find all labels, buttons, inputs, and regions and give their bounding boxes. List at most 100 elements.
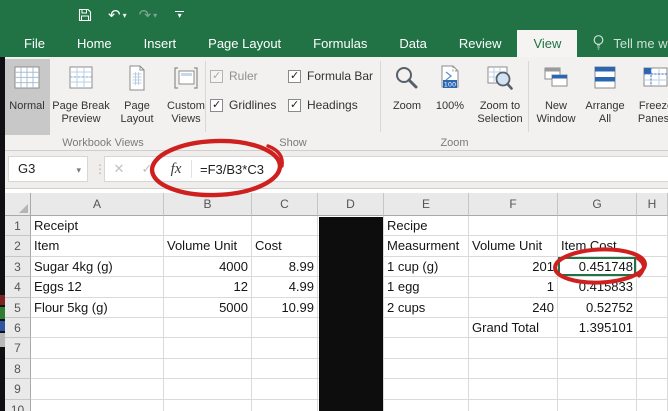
cell-E1[interactable]: Recipe: [384, 216, 469, 236]
cell-G8[interactable]: [558, 359, 637, 379]
cell-B9[interactable]: [164, 379, 252, 399]
row-header-10[interactable]: 10: [5, 400, 31, 411]
cell-G4[interactable]: 0.415833: [558, 277, 637, 297]
tab-review[interactable]: Review: [443, 30, 518, 57]
select-all-corner[interactable]: [5, 193, 31, 216]
column-header-F[interactable]: F: [469, 193, 558, 216]
cell-C1[interactable]: [252, 216, 318, 236]
column-header-H[interactable]: H: [637, 193, 668, 216]
zoom-100-button[interactable]: 100 100%: [430, 59, 470, 135]
tab-formulas[interactable]: Formulas: [297, 30, 383, 57]
cell-A3[interactable]: Sugar 4kg (g): [31, 257, 164, 277]
cell-B2[interactable]: Volume Unit: [164, 236, 252, 256]
cell-B5[interactable]: 5000: [164, 298, 252, 318]
cell-A9[interactable]: [31, 379, 164, 399]
cell-G10[interactable]: [558, 400, 637, 411]
cell-H5[interactable]: [637, 298, 668, 318]
cell-C5[interactable]: 10.99: [252, 298, 318, 318]
cell-F10[interactable]: [469, 400, 558, 411]
cell-B4[interactable]: 12: [164, 277, 252, 297]
cell-H7[interactable]: [637, 338, 668, 358]
cell-H2[interactable]: [637, 236, 668, 256]
row-header-5[interactable]: 5: [5, 298, 31, 318]
cell-F9[interactable]: [469, 379, 558, 399]
cell-A8[interactable]: [31, 359, 164, 379]
cell-A7[interactable]: [31, 338, 164, 358]
tab-data[interactable]: Data: [383, 30, 442, 57]
cell-E2[interactable]: Measurment: [384, 236, 469, 256]
cell-E7[interactable]: [384, 338, 469, 358]
cell-B10[interactable]: [164, 400, 252, 411]
cell-F6[interactable]: Grand Total: [469, 318, 558, 338]
cell-H4[interactable]: [637, 277, 668, 297]
cell-A5[interactable]: Flour 5kg (g): [31, 298, 164, 318]
row-header-6[interactable]: 6: [5, 318, 31, 338]
row-header-4[interactable]: 4: [5, 277, 31, 297]
customize-toolbar-icon[interactable]: [175, 11, 184, 19]
zoom-button[interactable]: Zoom: [384, 59, 430, 135]
cell-E9[interactable]: [384, 379, 469, 399]
headings-checkbox[interactable]: Headings: [288, 98, 373, 112]
column-header-A[interactable]: A: [31, 193, 164, 216]
tab-home[interactable]: Home: [61, 30, 128, 57]
cell-E10[interactable]: [384, 400, 469, 411]
cell-E4[interactable]: 1 egg: [384, 277, 469, 297]
tab-page-layout[interactable]: Page Layout: [192, 30, 297, 57]
cell-E8[interactable]: [384, 359, 469, 379]
cell-G6[interactable]: 1.395101: [558, 318, 637, 338]
cell-A10[interactable]: [31, 400, 164, 411]
cell-F2[interactable]: Volume Unit: [469, 236, 558, 256]
cell-E3[interactable]: 1 cup (g): [384, 257, 469, 277]
row-header-9[interactable]: 9: [5, 379, 31, 399]
cell-C8[interactable]: [252, 359, 318, 379]
column-header-E[interactable]: E: [384, 193, 469, 216]
name-box-caret-icon[interactable]: [76, 157, 81, 182]
cell-H9[interactable]: [637, 379, 668, 399]
undo-icon[interactable]: ↶: [108, 8, 127, 23]
cell-C7[interactable]: [252, 338, 318, 358]
column-header-G[interactable]: G: [558, 193, 637, 216]
arrange-all-button[interactable]: Arrange All: [580, 59, 630, 135]
cell-H10[interactable]: [637, 400, 668, 411]
cell-F1[interactable]: [469, 216, 558, 236]
cell-A4[interactable]: Eggs 12: [31, 277, 164, 297]
tab-view[interactable]: View: [517, 30, 577, 57]
cell-E6[interactable]: [384, 318, 469, 338]
cell-H3[interactable]: [637, 257, 668, 277]
column-header-C[interactable]: C: [252, 193, 318, 216]
cell-G9[interactable]: [558, 379, 637, 399]
cell-H8[interactable]: [637, 359, 668, 379]
cell-G7[interactable]: [558, 338, 637, 358]
cell-H6[interactable]: [637, 318, 668, 338]
page-break-preview-button[interactable]: Page Break Preview: [50, 59, 112, 135]
cell-F8[interactable]: [469, 359, 558, 379]
cell-G1[interactable]: [558, 216, 637, 236]
cell-F5[interactable]: 240: [469, 298, 558, 318]
tab-file[interactable]: File: [8, 30, 61, 57]
cell-B3[interactable]: 4000: [164, 257, 252, 277]
cell-C10[interactable]: [252, 400, 318, 411]
tab-insert[interactable]: Insert: [128, 30, 193, 57]
ruler-checkbox[interactable]: Ruler: [210, 69, 284, 83]
cell-C3[interactable]: 8.99: [252, 257, 318, 277]
new-window-button[interactable]: New Window: [532, 59, 580, 135]
row-header-8[interactable]: 8: [5, 359, 31, 379]
cell-A1[interactable]: Receipt: [31, 216, 164, 236]
formula-input[interactable]: =F3/B3*C3: [200, 162, 264, 177]
cell-B1[interactable]: [164, 216, 252, 236]
custom-views-button[interactable]: Custom Views: [162, 59, 210, 135]
zoom-to-selection-button[interactable]: Zoom to Selection: [470, 59, 530, 135]
column-header-B[interactable]: B: [164, 193, 252, 216]
cell-F3[interactable]: 201: [469, 257, 558, 277]
row-header-2[interactable]: 2: [5, 236, 31, 256]
column-header-D[interactable]: D: [318, 193, 384, 216]
cell-A2[interactable]: Item: [31, 236, 164, 256]
cell-C6[interactable]: [252, 318, 318, 338]
formula-bar-checkbox[interactable]: Formula Bar: [288, 69, 373, 83]
row-header-7[interactable]: 7: [5, 338, 31, 358]
redo-icon[interactable]: ↷: [139, 8, 158, 23]
enter-icon[interactable]: [133, 161, 161, 177]
cancel-icon[interactable]: [105, 161, 133, 177]
cell-A6[interactable]: [31, 318, 164, 338]
cell-F7[interactable]: [469, 338, 558, 358]
